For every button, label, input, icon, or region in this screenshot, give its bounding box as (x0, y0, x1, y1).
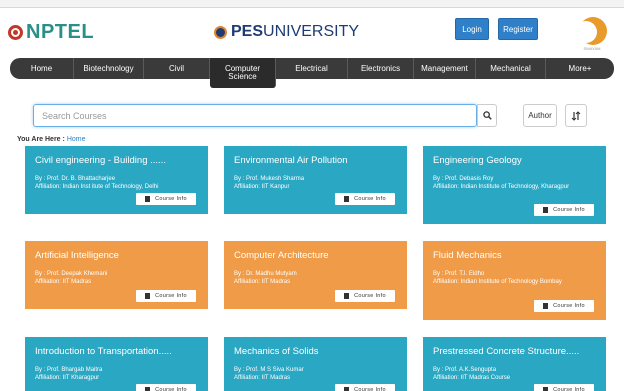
document-icon (543, 387, 549, 391)
nav-item-home[interactable]: Home (10, 58, 74, 79)
document-icon (145, 387, 151, 391)
course-title[interactable]: Introduction to Transportation..... (35, 346, 198, 357)
site-header: NPTEL PES UNIVERSITY Login Register SWAY… (0, 9, 624, 55)
course-title[interactable]: Artificial Intelligence (35, 250, 198, 261)
course-title[interactable]: Mechanics of Solids (234, 346, 397, 357)
nav-item-biotechnology[interactable]: Biotechnology (74, 58, 144, 79)
nav-item-more[interactable]: More+ (546, 58, 614, 79)
breadcrumb-home-link[interactable]: Home (67, 136, 86, 143)
swayam-logo-cutout (575, 21, 597, 43)
swayam-logo[interactable]: SWAYAM (575, 17, 609, 51)
course-info-button[interactable]: Course Info (335, 193, 395, 205)
category-nav: Home Biotechnology Civil Computer Scienc… (10, 58, 614, 88)
course-card[interactable]: Introduction to Transportation..... By :… (25, 337, 208, 391)
course-card[interactable]: Computer Architecture By : Dr. Madhu Mut… (224, 241, 407, 309)
course-title[interactable]: Engineering Geology (433, 155, 596, 166)
top-strip (0, 0, 624, 8)
course-card[interactable]: Prestressed Concrete Structure..... By :… (423, 337, 606, 391)
course-card[interactable]: Artificial Intelligence By : Prof. Deepa… (25, 241, 208, 309)
course-instructor: By : Prof. Dr. B. Bhattacharjee (35, 176, 116, 182)
nav-item-civil[interactable]: Civil (144, 58, 210, 79)
course-card[interactable]: Environmental Air Pollution By : Prof. M… (224, 146, 407, 214)
breadcrumb-prefix: You Are Here : (17, 136, 65, 143)
sort-button[interactable] (565, 104, 587, 127)
course-info-label: Course Info (155, 196, 187, 202)
course-instructor: By : Prof. Mukesh Sharma (234, 176, 305, 182)
course-affiliation: Affiliation: IIT Kharagpur (35, 375, 100, 381)
course-instructor: By : Prof. Bhargab Maitra (35, 367, 103, 373)
course-info-button[interactable]: Course Info (136, 193, 196, 205)
document-icon (543, 303, 549, 309)
pes-emblem-icon (214, 25, 227, 39)
course-info-button[interactable]: Course Info (534, 384, 594, 391)
nptel-gear-icon (8, 25, 23, 40)
course-instructor: By : Prof. T.I. Eldho (433, 271, 485, 277)
course-instructor: By : Dr. Madhu Mutyam (234, 271, 297, 277)
breadcrumb: You Are Here : Home (17, 136, 86, 143)
search-box (33, 104, 477, 127)
document-icon (145, 196, 151, 202)
course-affiliation: Affiliation: IIT Madras Course (433, 375, 511, 381)
course-affiliation: Affiliation: IIT Madras (234, 279, 291, 285)
course-title[interactable]: Fluid Mechanics (433, 250, 596, 261)
course-info-button[interactable]: Course Info (136, 384, 196, 391)
document-icon (145, 293, 151, 299)
search-button[interactable] (477, 104, 497, 127)
nptel-logo-text: NPTEL (26, 21, 95, 43)
course-info-button[interactable]: Course Info (534, 204, 594, 216)
course-instructor: By : Prof. Deepak Khemani (35, 271, 108, 277)
course-title[interactable]: Environmental Air Pollution (234, 155, 397, 166)
course-info-label: Course Info (553, 303, 585, 309)
course-info-label: Course Info (354, 293, 386, 299)
course-affiliation: Affiliation: IIT Madras (35, 279, 92, 285)
course-info-label: Course Info (155, 293, 187, 299)
login-button[interactable]: Login (455, 18, 489, 40)
course-info-label: Course Info (553, 387, 585, 391)
document-icon (344, 293, 350, 299)
document-icon (344, 196, 350, 202)
pes-university-logo[interactable]: PES UNIVERSITY (214, 23, 359, 41)
course-title[interactable]: Computer Architecture (234, 250, 397, 261)
search-icon (482, 111, 492, 120)
course-info-label: Course Info (354, 196, 386, 202)
course-info-button[interactable]: Course Info (335, 384, 395, 391)
course-card[interactable]: Engineering Geology By : Prof. Debasis R… (423, 146, 606, 224)
course-affiliation: Affiliation: Indian Institute of Technol… (433, 279, 562, 285)
course-info-label: Course Info (354, 387, 386, 391)
document-icon (543, 207, 549, 213)
nav-item-management[interactable]: Management (414, 58, 476, 79)
course-info-button[interactable]: Course Info (534, 300, 594, 312)
course-title[interactable]: Prestressed Concrete Structure..... (433, 346, 596, 357)
course-card[interactable]: Mechanics of Solids By : Prof. M S Siva … (224, 337, 407, 391)
course-info-label: Course Info (553, 207, 585, 213)
nav-item-computer-science[interactable]: Computer Science (210, 58, 276, 88)
course-info-button[interactable]: Course Info (136, 290, 196, 302)
course-affiliation: Affiliation: IIT Kanpur (234, 184, 290, 190)
pes-logo-bold: PES (231, 23, 264, 40)
course-affiliation: Affiliation: Indian Inst itute of Techno… (35, 184, 159, 190)
sort-icon (571, 110, 581, 121)
nav-item-electronics[interactable]: Electronics (348, 58, 414, 79)
course-card[interactable]: Civil engineering - Building ...... By :… (25, 146, 208, 214)
document-icon (344, 387, 350, 391)
course-instructor: By : Prof. M S Siva Kumar (234, 367, 304, 373)
pes-logo-rest: UNIVERSITY (263, 23, 360, 40)
swayam-logo-caption: SWAYAM (583, 46, 601, 51)
search-input[interactable] (34, 105, 476, 126)
register-button[interactable]: Register (498, 18, 538, 40)
course-info-label: Course Info (155, 387, 187, 391)
course-instructor: By : Prof. A.K.Sengupta (433, 367, 497, 373)
nptel-logo[interactable]: NPTEL (8, 21, 94, 44)
author-button[interactable]: Author (523, 104, 557, 127)
nav-item-mechanical[interactable]: Mechanical (476, 58, 546, 79)
nav-item-cs-line2: Science (228, 72, 257, 81)
course-affiliation: Affiliation: IIT Madras (234, 375, 291, 381)
course-instructor: By : Prof. Debasis Roy (433, 176, 494, 182)
course-card[interactable]: Fluid Mechanics By : Prof. T.I. Eldho Af… (423, 241, 606, 320)
nav-item-electrical[interactable]: Electrical (276, 58, 348, 79)
course-title[interactable]: Civil engineering - Building ...... (35, 155, 198, 166)
course-affiliation: Affiliation: Indian Institute of Technol… (433, 184, 570, 190)
course-info-button[interactable]: Course Info (335, 290, 395, 302)
